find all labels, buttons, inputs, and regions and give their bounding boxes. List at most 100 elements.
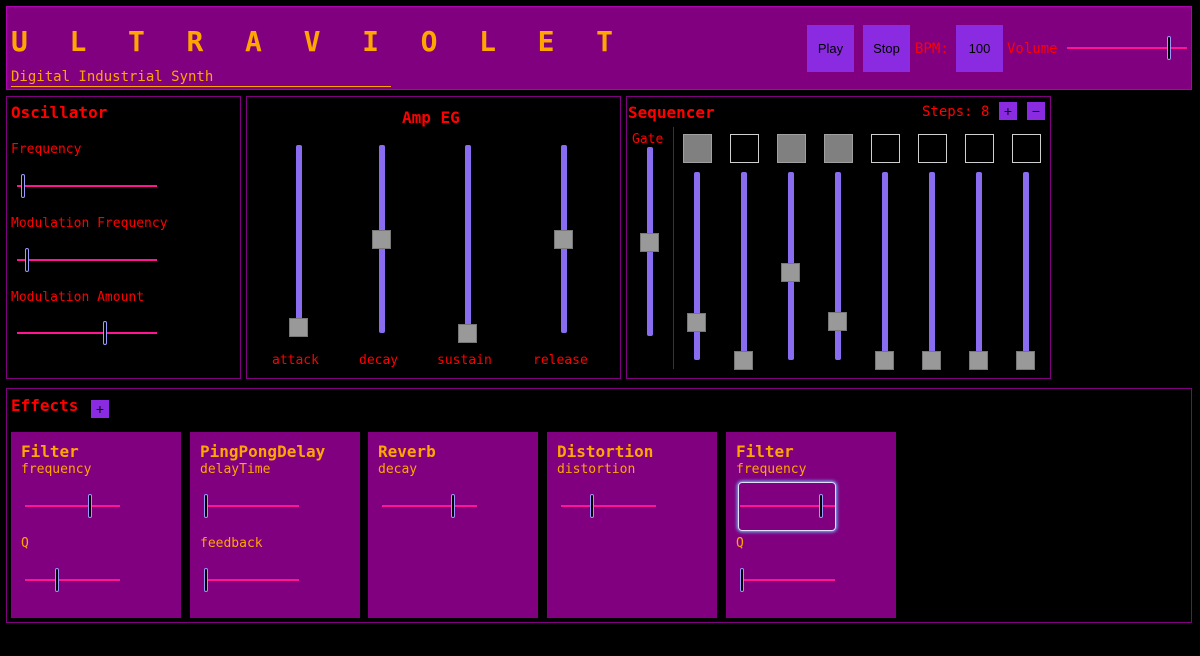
step-toggle-3[interactable] bbox=[777, 134, 806, 163]
delaytime-slider[interactable] bbox=[203, 494, 299, 518]
filter2-frequency-slider[interactable] bbox=[740, 494, 835, 518]
step-toggle-4[interactable] bbox=[824, 134, 853, 163]
slider-thumb[interactable] bbox=[458, 324, 477, 343]
modulation-amount-label: Modulation Amount bbox=[11, 290, 145, 305]
app-title: U L T R A V I O L E T bbox=[11, 25, 626, 58]
slider-thumb[interactable] bbox=[828, 311, 847, 331]
slider-thumb[interactable] bbox=[1016, 351, 1035, 370]
slider-thumb[interactable] bbox=[55, 568, 60, 592]
slider-thumb[interactable] bbox=[289, 318, 308, 338]
step-slider-4[interactable] bbox=[826, 172, 850, 360]
effect-card-pingpongdelay: PingPongDelay delayTime feedback bbox=[190, 432, 360, 618]
delaytime-label: delayTime bbox=[200, 462, 271, 477]
slider-track bbox=[561, 505, 656, 507]
release-label: release bbox=[533, 353, 588, 368]
slider-thumb[interactable] bbox=[87, 494, 92, 518]
slider-track bbox=[1023, 172, 1029, 360]
slider-thumb[interactable] bbox=[203, 494, 208, 518]
step-toggle-6[interactable] bbox=[918, 134, 947, 163]
play-button[interactable]: Play bbox=[807, 25, 854, 72]
gate-slider[interactable] bbox=[638, 147, 662, 336]
slider-thumb[interactable] bbox=[818, 494, 823, 518]
steps-label: Steps: 8 bbox=[922, 104, 990, 120]
remove-step-button[interactable]: − bbox=[1027, 102, 1045, 120]
decay-label: decay bbox=[378, 462, 418, 477]
step-toggle-7[interactable] bbox=[965, 134, 994, 163]
filter-frequency-slider[interactable] bbox=[25, 494, 120, 518]
step-slider-6[interactable] bbox=[920, 172, 944, 370]
slider-thumb[interactable] bbox=[734, 351, 753, 370]
frequency-label: frequency bbox=[21, 462, 92, 477]
step-slider-3[interactable] bbox=[779, 172, 803, 360]
slider-thumb[interactable] bbox=[781, 262, 800, 282]
modulation-amount-slider[interactable] bbox=[17, 321, 157, 345]
slider-thumb[interactable] bbox=[969, 351, 988, 370]
slider-track bbox=[740, 579, 835, 581]
effect-name: Reverb bbox=[378, 442, 436, 461]
slider-track bbox=[465, 145, 471, 333]
volume-slider[interactable] bbox=[1067, 36, 1187, 60]
frequency-slider[interactable] bbox=[17, 174, 157, 198]
slider-thumb[interactable] bbox=[24, 248, 29, 272]
slider-thumb[interactable] bbox=[1167, 36, 1171, 60]
app-subtitle: Digital Industrial Synth bbox=[11, 69, 391, 87]
sustain-slider[interactable] bbox=[456, 145, 480, 343]
modulation-frequency-slider[interactable] bbox=[17, 248, 157, 272]
release-slider[interactable] bbox=[552, 145, 576, 333]
effect-name: PingPongDelay bbox=[200, 442, 326, 461]
attack-label: attack bbox=[272, 353, 319, 368]
q-label: Q bbox=[21, 536, 29, 551]
step-slider-8[interactable] bbox=[1014, 172, 1038, 370]
slider-track bbox=[17, 332, 157, 334]
attack-slider[interactable] bbox=[287, 145, 311, 338]
modulation-frequency-label: Modulation Frequency bbox=[11, 216, 168, 231]
step-toggle-1[interactable] bbox=[683, 134, 712, 163]
slider-thumb[interactable] bbox=[372, 230, 391, 249]
slider-track bbox=[17, 185, 157, 187]
effect-name: Filter bbox=[736, 442, 794, 461]
distortion-slider[interactable] bbox=[561, 494, 656, 518]
effect-card-distortion: Distortion distortion bbox=[547, 432, 717, 618]
slider-thumb[interactable] bbox=[640, 232, 659, 252]
add-effect-button[interactable]: + bbox=[91, 400, 109, 418]
slider-track bbox=[25, 579, 120, 581]
frequency-label: Frequency bbox=[11, 142, 82, 157]
q-label: Q bbox=[736, 536, 744, 551]
slider-thumb[interactable] bbox=[739, 568, 744, 592]
add-step-button[interactable]: + bbox=[999, 102, 1017, 120]
filter2-q-slider[interactable] bbox=[739, 568, 835, 592]
sustain-label: sustain bbox=[437, 353, 492, 368]
feedback-slider[interactable] bbox=[203, 568, 299, 592]
slider-thumb[interactable] bbox=[590, 494, 595, 518]
step-slider-2[interactable] bbox=[732, 172, 756, 370]
stop-button[interactable]: Stop bbox=[863, 25, 910, 72]
step-slider-7[interactable] bbox=[967, 172, 991, 370]
slider-thumb[interactable] bbox=[554, 230, 573, 249]
step-toggle-8[interactable] bbox=[1012, 134, 1041, 163]
slider-track bbox=[741, 172, 747, 360]
effect-name: Distortion bbox=[557, 442, 654, 461]
slider-thumb[interactable] bbox=[20, 174, 25, 198]
effects-title: Effects bbox=[11, 396, 79, 415]
step-toggle-2[interactable] bbox=[730, 134, 759, 163]
slider-track bbox=[929, 172, 935, 360]
slider-thumb[interactable] bbox=[922, 351, 941, 370]
slider-thumb[interactable] bbox=[875, 351, 894, 370]
bpm-input[interactable]: 100 bbox=[956, 25, 1003, 72]
slider-track bbox=[882, 172, 888, 360]
slider-thumb[interactable] bbox=[451, 494, 456, 518]
frequency-label: frequency bbox=[736, 462, 807, 477]
step-slider-5[interactable] bbox=[873, 172, 897, 370]
decay-slider[interactable] bbox=[370, 145, 394, 333]
step-toggle-5[interactable] bbox=[871, 134, 900, 163]
reverb-decay-slider[interactable] bbox=[382, 494, 477, 518]
decay-label: decay bbox=[359, 353, 399, 368]
header-bar: U L T R A V I O L E T Digital Industrial… bbox=[6, 6, 1192, 90]
effect-card-filter: Filter frequency Q bbox=[11, 432, 181, 618]
slider-thumb[interactable] bbox=[203, 568, 208, 592]
filter-q-slider[interactable] bbox=[25, 568, 120, 592]
slider-thumb[interactable] bbox=[687, 313, 706, 333]
slider-track bbox=[835, 172, 841, 360]
slider-thumb[interactable] bbox=[103, 321, 108, 345]
step-slider-1[interactable] bbox=[685, 172, 709, 360]
